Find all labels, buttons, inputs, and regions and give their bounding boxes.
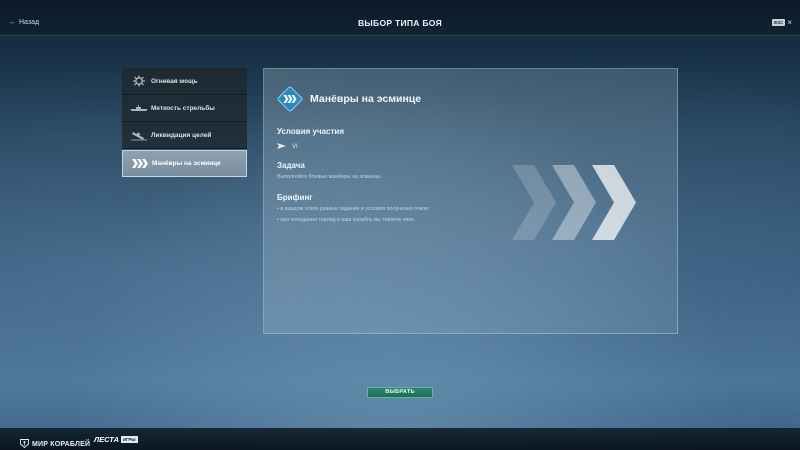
triple-chevron-badge-icon (277, 86, 303, 112)
footer: МИР КОРАБЛЕЙ ЛЕСТА ИГРЫ (0, 428, 800, 450)
battle-type-details: Манёвры на эсминце Условия участия VI За… (263, 68, 678, 334)
details-title: Манёвры на эсминце (310, 93, 422, 105)
menu-item-elimination[interactable]: Ликвидация целей (122, 122, 247, 149)
game-brand: МИР КОРАБЛЕЙ (32, 440, 91, 448)
menu-item-accuracy[interactable]: Меткость стрельбы (122, 95, 247, 122)
briefing-heading: Брифинг (277, 193, 313, 202)
top-bar: ← Назад ВЫБОР ТИПА БОЯ ESC × (0, 0, 800, 36)
tier-label: VI (292, 144, 298, 150)
triple-chevron-icon (129, 157, 151, 171)
anchor-shield-icon (20, 435, 29, 450)
menu-item-label: Ликвидация целей (151, 131, 212, 139)
publisher-logo: ЛЕСТА ИГРЫ (94, 435, 138, 444)
esc-key-hint: ESC (772, 19, 786, 26)
task-text: Выполняйте боевые манёвры на эсминце. (277, 174, 382, 180)
menu-item-label: Огневая мощь (151, 77, 198, 85)
briefing-item: • в каждом этапе разные задания и услови… (277, 206, 430, 212)
ship-silhouette-icon (128, 101, 150, 115)
large-chevrons-illustration-icon (512, 165, 636, 240)
gun-turret-icon (128, 74, 150, 88)
menu-item-label: Манёвры на эсминце (152, 160, 221, 167)
game-logo: МИР КОРАБЛЕЙ (20, 435, 90, 450)
tier-requirement: VI (277, 143, 298, 151)
briefing-item: • при попадании торпед в ваш корабль вы … (277, 217, 416, 223)
conditions-heading: Условия участия (277, 127, 345, 136)
publisher-name: ЛЕСТА (94, 435, 119, 444)
close-button[interactable]: ESC × (772, 17, 792, 27)
publisher-tag: ИГРЫ (121, 436, 138, 443)
sinking-ship-icon (128, 128, 150, 142)
menu-item-destroyer-maneuvers[interactable]: Манёвры на эсминце (122, 150, 247, 177)
task-heading: Задача (277, 161, 305, 170)
battle-type-menu: Огневая мощь Меткость стрельбы Ликвидаци… (122, 68, 247, 177)
menu-item-firepower[interactable]: Огневая мощь (122, 68, 247, 95)
close-icon: × (787, 17, 792, 27)
select-button[interactable]: ВЫБРАТЬ (367, 387, 433, 398)
details-header: Манёвры на эсминце (277, 86, 421, 112)
destroyer-class-icon (277, 143, 286, 151)
screen-title: ВЫБОР ТИПА БОЯ (357, 18, 443, 28)
menu-item-label: Меткость стрельбы (151, 104, 215, 112)
